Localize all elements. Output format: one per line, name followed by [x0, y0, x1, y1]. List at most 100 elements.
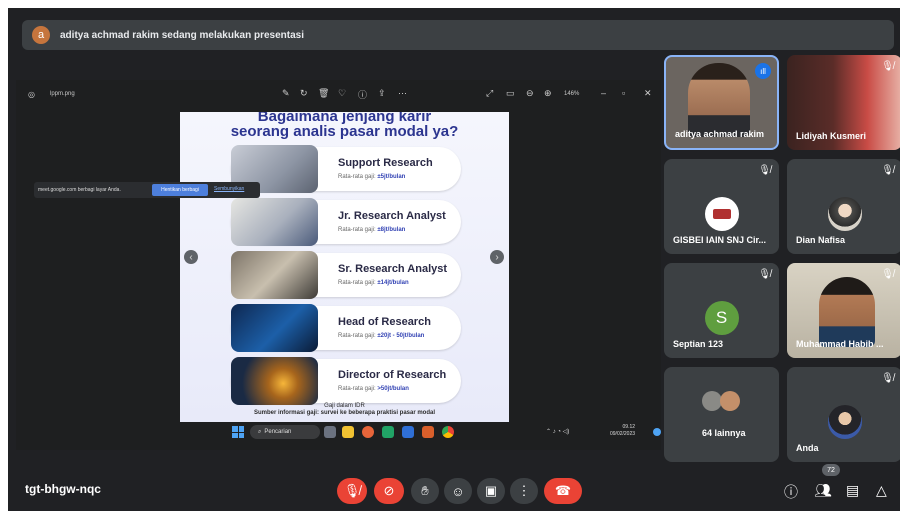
slide-footnote-source: Sumber informasi gaji: survei ke beberap… [253, 410, 436, 416]
participant-name: 64 lainnya [702, 428, 746, 438]
participant-name: Dian Nafisa [796, 235, 846, 245]
expand-icon[interactable]: ⤢ [486, 88, 493, 99]
viewer-app-icon: ◎ [28, 90, 35, 99]
restore-icon[interactable]: ▫ [622, 88, 625, 98]
salary-prefix: Rata-rata gaji: [338, 227, 376, 233]
hide-banner-link[interactable]: Sembunyikan [214, 186, 244, 192]
fit-icon[interactable]: ▭ [506, 88, 515, 99]
task-view-icon[interactable] [324, 426, 336, 438]
slide-image: Bagaimana jenjang karir seorang analis p… [180, 112, 509, 422]
participant-avatar [827, 197, 862, 231]
camera-off-button[interactable]: ⊘ [374, 478, 404, 504]
career-photo [231, 198, 318, 246]
more-options-button[interactable]: ⋮ [510, 478, 538, 504]
participant-video [819, 277, 875, 347]
career-salary: Rata-rata gaji: ±14jt/bulan [338, 280, 409, 286]
chat-icon[interactable]: ▤ [846, 482, 859, 499]
hand-icon: ✋︎ [421, 483, 429, 498]
taskbar-clock[interactable]: 09.12 09/02/2023 [610, 424, 635, 438]
participant-name: Anda [796, 443, 819, 453]
emoji-icon: ☺ [451, 483, 465, 499]
participant-tile[interactable]: 🎙︎̸ Lidiyah Kusmeri [787, 55, 900, 150]
viewer-filename: lppm.png [50, 91, 75, 97]
presenting-text: aditya achmad rakim sedang melakukan pre… [60, 29, 304, 41]
microphone-off-button[interactable]: 🎙︎̸ [337, 478, 367, 504]
leave-call-button[interactable]: ☎ [544, 478, 582, 504]
more-icon[interactable]: ⋯ [398, 88, 407, 99]
taskbar-date: 09/02/2023 [610, 431, 636, 437]
slide-footnote-currency: Gaji dalam IDR [324, 403, 365, 409]
salary-prefix: Rata-rata gaji: [338, 280, 376, 286]
career-role: Head of Research [338, 316, 431, 328]
career-card: Head of Research Rata-rata gaji: ±20jt -… [231, 304, 461, 352]
rotate-icon[interactable]: ↻ [300, 88, 308, 99]
image-viewer-toolbar: ◎ lppm.png ✎ ↻ 🗑 ♡ ⓘ ⇪ ⋯ ⤢ ▭ ⊖ ⊕ 146% – … [16, 84, 661, 106]
taskbar-search-label: Pencarian [264, 429, 292, 435]
meeting-control-bar: tgt-bhgw-nqc 🎙︎̸ ⊘ ✋︎ ☺ ▣ ⋮ ☎ ⓘ 72 👥︎ ▤ … [8, 464, 900, 511]
salary-value: ±8jt/bulan [377, 227, 406, 233]
career-role: Sr. Research Analyst [338, 263, 448, 275]
chrome-icon[interactable] [442, 426, 454, 438]
delete-icon[interactable]: 🗑 [318, 88, 329, 99]
favorite-icon[interactable]: ♡ [338, 88, 346, 99]
file-explorer-icon[interactable] [342, 426, 354, 438]
powerpoint-icon[interactable] [422, 426, 434, 438]
zoom-in-icon[interactable]: ⊕ [544, 88, 552, 99]
windows-start-icon[interactable] [232, 426, 244, 438]
salary-prefix: Rata-rata gaji: [338, 174, 376, 180]
participant-avatar [720, 391, 740, 411]
mic-off-icon: 🎙︎̸ [881, 373, 894, 384]
screen-share-banner: meet.google.com berbagi layar Anda. Hent… [34, 182, 260, 198]
activities-icon[interactable]: △ [876, 482, 887, 499]
career-salary: Rata-rata gaji: ±20jt - 50jt/bulan [338, 333, 424, 339]
career-salary: Rata-rata gaji: >50jt/bulan [338, 386, 409, 392]
zoom-out-icon[interactable]: ⊖ [526, 88, 534, 99]
participant-tile[interactable]: ıll aditya achmad rakim [664, 55, 779, 150]
raise-hand-button[interactable]: ✋︎ [411, 478, 439, 504]
firefox-icon[interactable] [362, 426, 374, 438]
reactions-button[interactable]: ☺ [444, 478, 472, 504]
notification-icon[interactable] [653, 428, 661, 436]
salary-prefix: Rata-rata gaji: [338, 386, 376, 392]
minimize-icon[interactable]: – [601, 88, 606, 98]
present-button[interactable]: ▣ [477, 478, 505, 504]
career-card: Director of Research Rata-rata gaji: >50… [231, 357, 461, 405]
participant-avatar: S [704, 301, 739, 335]
career-role: Support Research [338, 157, 433, 169]
phone-hangup-icon: ☎ [554, 483, 572, 498]
close-icon[interactable]: ✕ [644, 88, 652, 99]
people-icon[interactable]: 👥︎ [814, 482, 832, 499]
participant-tile[interactable]: 64 lainnya [664, 367, 779, 462]
participant-avatar [702, 391, 722, 411]
participant-tile[interactable]: 🎙︎̸ Muhammad Habib ... [787, 263, 900, 358]
edit-icon[interactable]: ✎ [282, 88, 290, 99]
meeting-info-icon[interactable]: ⓘ [784, 482, 798, 502]
salary-value: >50jt/bulan [377, 386, 409, 392]
mic-off-icon: 🎙︎̸ [881, 165, 894, 176]
share-icon[interactable]: ⇪ [378, 88, 386, 99]
participant-tile[interactable]: 🎙︎̸ Anda [787, 367, 900, 462]
slide-title-line2: seorang analis pasar modal ya? [230, 123, 459, 140]
prev-arrow-icon[interactable]: ‹ [184, 250, 198, 264]
store-icon[interactable] [402, 426, 414, 438]
participant-avatar [827, 405, 862, 439]
mic-off-icon: 🎙︎̸ [881, 269, 894, 280]
taskbar-search[interactable]: ⌕ Pencarian [250, 425, 320, 439]
system-tray-icons[interactable]: ⌃ ♪ ◔ ◁) [546, 428, 569, 435]
logo-mark [712, 209, 731, 219]
career-role: Director of Research [338, 369, 447, 381]
next-arrow-icon[interactable]: › [490, 250, 504, 264]
stop-sharing-button[interactable]: Hentikan berbagi [152, 184, 208, 196]
participant-count-badge: 72 [822, 464, 840, 476]
search-icon: ⌕ [258, 428, 262, 435]
excel-icon[interactable] [382, 426, 394, 438]
present-icon: ▣ [484, 483, 498, 498]
career-photo [231, 304, 318, 352]
participant-tile[interactable]: 🎙︎̸ S Septian 123 [664, 263, 779, 358]
meeting-code: tgt-bhgw-nqc [25, 482, 101, 496]
info-icon[interactable]: ⓘ [358, 88, 367, 101]
salary-value: ±5jt/bulan [377, 174, 406, 180]
participant-tile[interactable]: 🎙︎̸ GISBEI IAIN SNJ Cir... [664, 159, 779, 254]
participant-tile[interactable]: 🎙︎̸ Dian Nafisa [787, 159, 900, 254]
participant-name: Muhammad Habib ... [796, 339, 884, 349]
